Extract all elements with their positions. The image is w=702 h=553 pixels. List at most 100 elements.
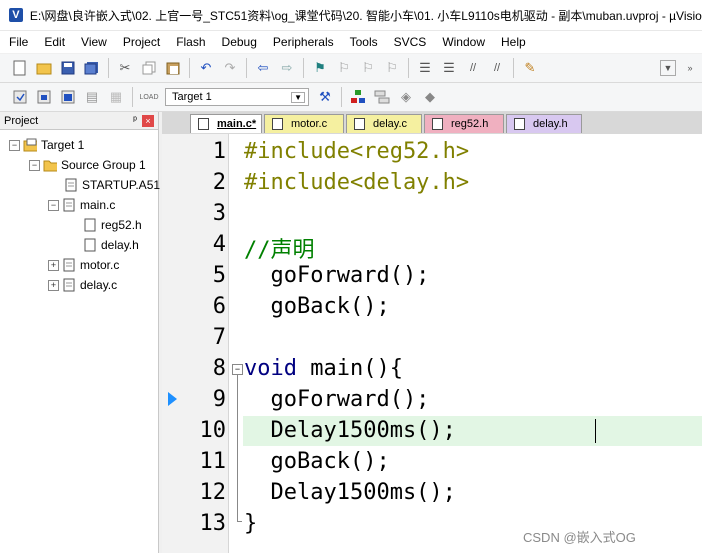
tree-item-label: motor.c: [80, 258, 120, 272]
code-line: goForward();: [244, 263, 430, 288]
uncomment-icon[interactable]: //: [487, 58, 507, 78]
tree-item-label: delay.h: [101, 238, 139, 252]
batch-build-icon[interactable]: ▤: [82, 87, 102, 107]
code-line: Delay1500ms();: [244, 418, 456, 443]
pin-icon[interactable]: ᵖ: [128, 115, 142, 126]
menu-view[interactable]: View: [72, 35, 114, 49]
download-icon[interactable]: LOAD: [139, 87, 159, 107]
tree-item-startup[interactable]: STARTUP.A51: [51, 176, 160, 194]
tree-item-label: delay.c: [80, 278, 118, 292]
new-file-icon[interactable]: [10, 58, 30, 78]
project-panel-header: Project ᵖ ×: [0, 112, 158, 130]
rebuild-icon[interactable]: [58, 87, 78, 107]
select-packs-icon[interactable]: ◈: [396, 87, 416, 107]
redo-icon[interactable]: ↷: [220, 58, 240, 78]
window-title: E:\网盘\良许嵌入式\02. 上官一号_STC51资料\og_课堂代码\20.…: [29, 8, 702, 23]
cut-icon[interactable]: ✂: [115, 58, 135, 78]
tab-delay-h[interactable]: delay.h: [506, 114, 582, 133]
menu-tools[interactable]: Tools: [341, 35, 385, 49]
tree-item-label: Target 1: [41, 138, 85, 152]
fold-guide-end: [237, 521, 242, 522]
menu-window[interactable]: Window: [433, 35, 492, 49]
expand-icon[interactable]: +: [48, 279, 59, 291]
code-line: #include<reg52.h>: [244, 139, 470, 164]
collapse-icon[interactable]: −: [48, 199, 59, 211]
unindent-icon[interactable]: ☰: [439, 58, 459, 78]
save-icon[interactable]: [58, 58, 78, 78]
tab-motor-c[interactable]: motor.c: [264, 114, 344, 133]
chevron-down-icon: ▼: [291, 91, 305, 103]
tree-item-reg52-h[interactable]: reg52.h: [70, 216, 142, 234]
file-extensions-icon[interactable]: [372, 87, 392, 107]
navigate-forward-icon[interactable]: ⇨: [277, 58, 297, 78]
code-editor[interactable]: 1 2 3 4 5 6 7 8 9 10 11 12 13 − #include…: [162, 134, 702, 553]
line-number: 12: [199, 480, 227, 505]
tree-item-source-group[interactable]: − Source Group 1: [29, 156, 146, 174]
tree-item-motor-c[interactable]: + motor.c: [48, 256, 119, 274]
line-number: 11: [199, 449, 227, 474]
tree-item-label: STARTUP.A51: [82, 178, 161, 192]
pack-installer-icon[interactable]: ◆: [420, 87, 440, 107]
tree-item-delay-h[interactable]: delay.h: [70, 236, 139, 254]
navigate-back-icon[interactable]: ⇦: [253, 58, 273, 78]
fold-collapse-icon[interactable]: −: [232, 364, 243, 375]
code-line: goForward();: [244, 387, 430, 412]
close-icon[interactable]: ×: [142, 114, 154, 127]
tree-item-target[interactable]: − Target 1: [9, 136, 84, 154]
keyword-void: void: [244, 356, 297, 381]
tab-delay-c[interactable]: delay.c: [346, 114, 422, 133]
code-line: Delay1500ms();: [244, 480, 456, 505]
menu-project[interactable]: Project: [114, 35, 167, 49]
copy-icon[interactable]: [139, 58, 159, 78]
comment-icon[interactable]: //: [463, 58, 483, 78]
menu-file[interactable]: File: [0, 35, 35, 49]
expand-icon[interactable]: +: [48, 259, 59, 271]
clear-bookmarks-icon[interactable]: ⚐: [382, 58, 402, 78]
indent-icon[interactable]: ☰: [415, 58, 435, 78]
line-number: 9: [212, 387, 226, 412]
paste-icon[interactable]: [163, 58, 183, 78]
undo-icon[interactable]: ↶: [196, 58, 216, 78]
tab-label: motor.c: [291, 118, 328, 130]
toolbar-separator: [108, 58, 109, 78]
target-select[interactable]: Target 1 ▼: [165, 88, 309, 106]
prev-bookmark-icon[interactable]: ⚐: [334, 58, 354, 78]
code-line: //声明: [244, 238, 315, 263]
file-icon: [64, 178, 78, 192]
tab-label: delay.h: [533, 118, 568, 130]
save-all-icon[interactable]: [82, 58, 102, 78]
menu-flash[interactable]: Flash: [167, 35, 212, 49]
collapse-icon[interactable]: −: [29, 159, 40, 171]
tab-reg52-h[interactable]: reg52.h: [424, 114, 504, 133]
menu-peripherals[interactable]: Peripherals: [264, 35, 341, 49]
manage-components-icon[interactable]: [348, 87, 368, 107]
target-options-icon[interactable]: ⚒: [315, 87, 335, 107]
build-icon[interactable]: [34, 87, 54, 107]
find-in-files-icon[interactable]: ✎: [520, 58, 540, 78]
toolbar-dropdown-icon[interactable]: ▼: [660, 60, 676, 76]
tab-label: delay.c: [373, 118, 408, 130]
menu-help[interactable]: Help: [492, 35, 533, 49]
header-file-icon: [83, 238, 97, 252]
menu-debug[interactable]: Debug: [213, 35, 264, 49]
toolbar-separator: [303, 58, 304, 78]
line-number: 3: [212, 201, 226, 226]
tab-main-c[interactable]: main.c*: [190, 114, 262, 133]
project-panel: Project ᵖ × − Target 1 − Source Group 1 …: [0, 112, 160, 553]
menu-edit[interactable]: Edit: [35, 35, 72, 49]
bookmark-icon[interactable]: ⚑: [310, 58, 330, 78]
tree-item-delay-c[interactable]: + delay.c: [48, 276, 117, 294]
open-folder-icon[interactable]: [34, 58, 54, 78]
translate-icon[interactable]: [10, 87, 30, 107]
menu-svcs[interactable]: SVCS: [385, 35, 434, 49]
toolbar-overflow-icon[interactable]: »: [680, 58, 700, 78]
next-bookmark-icon[interactable]: ⚐: [358, 58, 378, 78]
line-number: 6: [212, 294, 226, 319]
stop-build-icon[interactable]: ▦: [106, 87, 126, 107]
tree-item-main-c[interactable]: − main.c: [48, 196, 115, 214]
line-number: 4: [212, 232, 226, 257]
file-icon: [198, 118, 209, 130]
collapse-icon[interactable]: −: [9, 139, 20, 151]
line-number: 7: [212, 325, 226, 350]
uvision-app-icon: V: [9, 8, 23, 22]
